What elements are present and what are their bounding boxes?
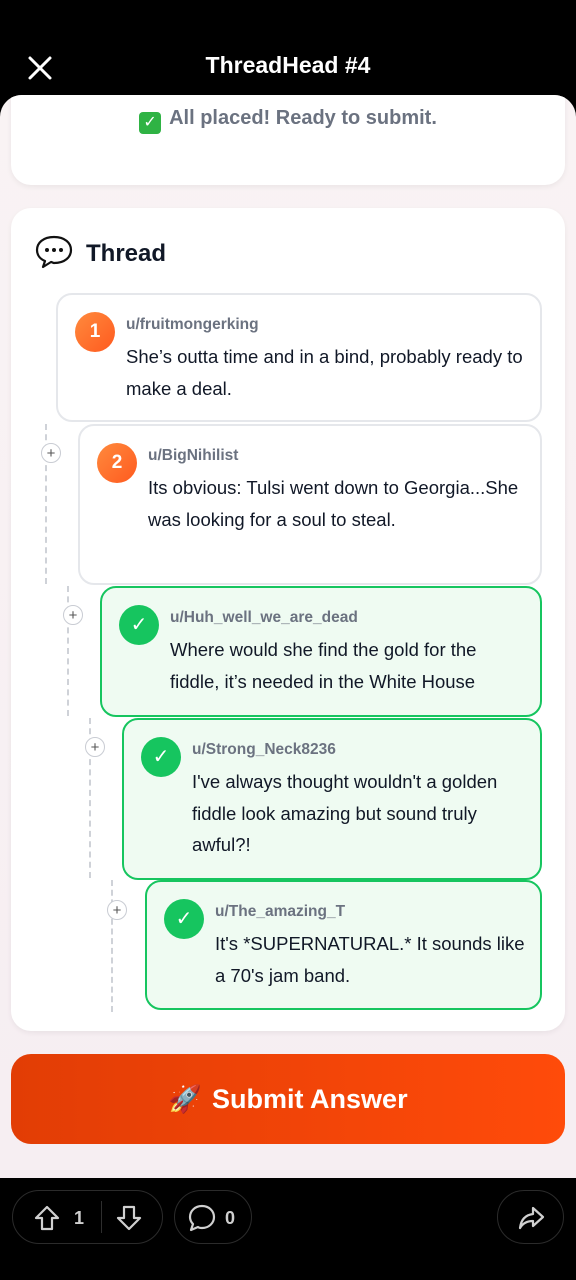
share-button[interactable] (497, 1190, 564, 1244)
check-icon: ✓ (141, 737, 181, 777)
submit-label: Submit Answer (212, 1083, 408, 1114)
thread-header: Thread (34, 234, 166, 274)
share-icon (517, 1204, 545, 1237)
vote-control: 1 (12, 1190, 163, 1244)
comment-button[interactable]: 0 (174, 1190, 252, 1244)
downvote-icon[interactable] (115, 1204, 143, 1237)
thread-card: Thread 1 u/fruitmongerking She’s outta t… (11, 208, 565, 1031)
check-icon: ✓ (164, 899, 204, 939)
thread-title: Thread (86, 240, 167, 267)
check-mark-icon: ✓ (139, 112, 162, 134)
comment-card[interactable]: ✓ u/The_amazing_T It's *SUPERNATURAL.* I… (145, 880, 542, 1010)
comment-username: u/BigNihilist (148, 447, 239, 464)
order-badge: 2 (97, 443, 137, 483)
comment-text: Where would she find the gold for the fi… (170, 639, 477, 692)
bottom-action-bar: 1 0 (0, 1178, 576, 1280)
upvote-count: 1 (74, 1208, 85, 1228)
expand-button[interactable]: + (85, 737, 105, 757)
comment-username: u/The_amazing_T (215, 903, 346, 920)
check-icon: ✓ (119, 605, 159, 645)
expand-button[interactable]: + (63, 605, 83, 625)
status-message: ✓ All placed! Ready to submit. (11, 107, 565, 134)
comment-username: u/fruitmongerking (126, 316, 259, 333)
comment-username: u/Strong_Neck8236 (192, 741, 336, 758)
top-bar: ThreadHead #4 (0, 0, 576, 95)
comment-card[interactable]: 1 u/fruitmongerking She’s outta time and… (56, 293, 542, 422)
comment-icon (187, 1203, 217, 1238)
comment-text: She’s outta time and in a bind, probably… (126, 346, 523, 399)
expand-button[interactable]: + (41, 443, 61, 463)
rocket-icon: 🚀 (168, 1084, 203, 1114)
status-text: All placed! Ready to submit. (169, 107, 437, 129)
speech-bubble-icon (34, 234, 74, 275)
page-title: ThreadHead #4 (205, 52, 371, 78)
status-card: ✓ All placed! Ready to submit. (11, 95, 565, 185)
upvote-icon[interactable] (33, 1204, 61, 1237)
comment-card[interactable]: 2 u/BigNihilist Its obvious: Tulsi went … (78, 424, 542, 585)
comment-card[interactable]: ✓ u/Strong_Neck8236 I've always thought … (122, 718, 542, 880)
divider (101, 1201, 102, 1233)
comment-text: It's *SUPERNATURAL.* It sounds like a 70… (215, 933, 525, 986)
comment-username: u/Huh_well_we_are_dead (170, 609, 358, 626)
comment-count: 0 (225, 1208, 236, 1228)
comment-text: I've always thought wouldn't a golden fi… (192, 771, 498, 855)
submit-answer-button[interactable]: 🚀 Submit Answer (11, 1054, 565, 1144)
comment-text: Its obvious: Tulsi went down to Georgia.… (148, 477, 519, 530)
expand-button[interactable]: + (107, 900, 127, 920)
comment-card[interactable]: ✓ u/Huh_well_we_are_dead Where would she… (100, 586, 542, 717)
main-content: ✓ All placed! Ready to submit. Thread 1 u… (0, 95, 576, 1178)
order-badge: 1 (75, 312, 115, 352)
